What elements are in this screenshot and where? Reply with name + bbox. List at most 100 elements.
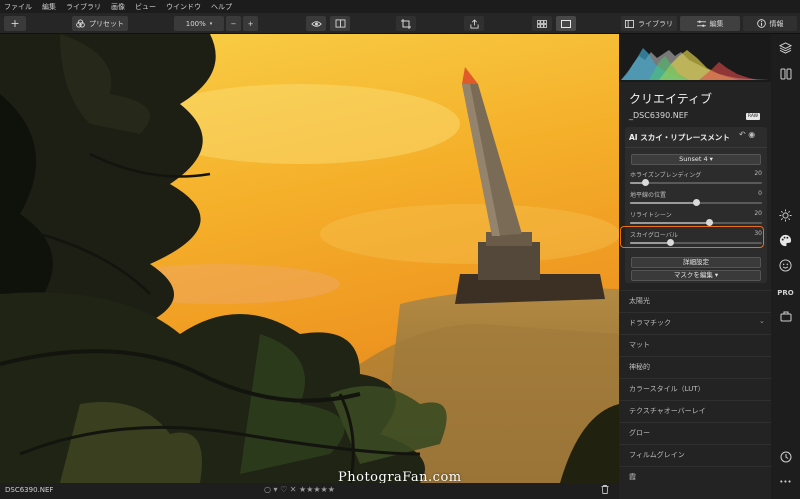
compare-icon	[335, 19, 346, 28]
preview-eye-button[interactable]	[306, 16, 326, 31]
preset-icon	[76, 19, 85, 28]
add-button[interactable]: +	[4, 16, 26, 31]
grid-view-button[interactable]	[532, 16, 552, 31]
tab-library[interactable]: ライブラリ	[621, 16, 677, 31]
tool-label: 神秘的	[629, 363, 650, 371]
tool-label: テクスチャオーバーレイ	[629, 407, 706, 415]
tool-label: フィルムグレイン	[629, 451, 685, 459]
slider-value: 20	[754, 210, 762, 217]
tool-film-grain[interactable]: フィルムグレイン	[619, 444, 771, 463]
chevron-down-icon: ⌄	[759, 317, 765, 325]
tab-info[interactable]: 情報	[743, 16, 797, 31]
more-icon[interactable]: •••	[778, 474, 793, 489]
slider-fill	[630, 202, 696, 204]
module-reset-toggle-icons[interactable]: ↶ ◉	[739, 130, 755, 139]
slider-handle[interactable]	[706, 219, 714, 226]
tool-color-style[interactable]: カラースタイル（LUT）	[619, 378, 771, 397]
info-icon	[756, 19, 766, 28]
trash-icon[interactable]	[601, 485, 609, 496]
tool-label: グロー	[629, 429, 650, 437]
compare-button[interactable]	[330, 16, 350, 31]
panel-filename: _DSC6390.NEF	[629, 111, 689, 120]
chevron-down-icon: ▾	[209, 20, 213, 27]
tool-matte[interactable]: マット	[619, 334, 771, 353]
single-view-button[interactable]	[556, 16, 576, 31]
rating-controls[interactable]: ○ ▾ ♡ ✕ ★★★★★	[264, 485, 335, 494]
tool-glow[interactable]: グロー	[619, 422, 771, 441]
menu-view[interactable]: ビュー	[135, 2, 156, 12]
zoom-out-button[interactable]: −	[226, 16, 241, 31]
menu-image[interactable]: 画像	[111, 2, 125, 12]
tool-label: 太陽光	[629, 297, 650, 305]
crop-button[interactable]	[396, 16, 416, 31]
slider-value: 0	[758, 190, 762, 197]
library-icon	[625, 19, 634, 28]
module-divider	[625, 147, 767, 148]
edit-panel: クリエイティブ _DSC6390.NEF RAW AI スカイ・リプレースメント…	[619, 34, 771, 499]
eye-icon	[310, 20, 322, 28]
tool-category-strip: PRO •••	[771, 34, 800, 499]
preset-button[interactable]: プリセット	[72, 16, 128, 31]
menu-bar: ファイル 編集 ライブラリ 画像 ビュー ウインドウ ヘルプ	[0, 0, 800, 13]
tool-sunlight[interactable]: 太陽光	[619, 290, 771, 309]
menu-file[interactable]: ファイル	[4, 2, 32, 12]
toolbar: + プリセット 100% ▾ − + ライブラリ 編集 情報	[0, 13, 800, 34]
panel-title: クリエイティブ	[629, 92, 713, 106]
photo-watermark: PhotograFan.com	[338, 470, 462, 483]
zoom-in-button[interactable]: +	[243, 16, 258, 31]
menu-library[interactable]: ライブラリ	[66, 2, 101, 12]
export-button[interactable]	[464, 16, 484, 31]
highlight-box	[620, 226, 764, 248]
tool-haze[interactable]: 霞	[619, 466, 771, 485]
edit-mask-button[interactable]: マスクを編集 ▾	[631, 270, 761, 281]
crop-icon	[401, 18, 411, 29]
sliders-icon	[696, 20, 706, 28]
slider-fill	[630, 222, 710, 224]
single-view-icon	[561, 19, 571, 28]
photo-canvas[interactable]: PhotograFan.com	[0, 34, 619, 483]
pro-tools-icon[interactable]: PRO	[777, 285, 793, 300]
grid-icon	[537, 19, 547, 28]
slider-horizon-blending[interactable]: ホライズンブレンディング 20	[630, 170, 762, 190]
status-bar: DSC6390.NEF ○ ▾ ♡ ✕ ★★★★★	[0, 483, 619, 499]
briefcase-icon[interactable]	[778, 309, 793, 324]
history-clock-icon[interactable]	[778, 449, 793, 464]
raw-badge: RAW	[746, 113, 760, 120]
slider-track	[630, 182, 762, 184]
share-icon	[469, 18, 479, 29]
tool-label: カラースタイル（LUT）	[629, 385, 705, 393]
menu-help[interactable]: ヘルプ	[211, 2, 232, 12]
module-title: AI スカイ・リプレースメント	[629, 133, 730, 142]
zoom-select[interactable]: 100% ▾	[174, 16, 224, 31]
status-filename: DSC6390.NEF	[5, 486, 54, 494]
histogram	[619, 34, 771, 82]
palette-icon[interactable]	[778, 233, 793, 248]
menu-window[interactable]: ウインドウ	[166, 2, 201, 12]
advanced-settings-button[interactable]: 詳細設定	[631, 257, 761, 268]
slider-handle[interactable]	[693, 199, 700, 206]
compare-panels-icon[interactable]	[778, 66, 793, 81]
tab-edit-label: 編集	[709, 19, 724, 28]
portrait-face-icon[interactable]	[778, 258, 793, 273]
slider-label: 地平線の位置	[630, 192, 667, 199]
slider-value: 20	[754, 170, 762, 177]
tool-label: 霞	[629, 473, 636, 481]
tool-mystical[interactable]: 神秘的	[619, 356, 771, 375]
slider-horizon-position[interactable]: 地平線の位置 0	[630, 190, 762, 210]
tool-label: ドラマチック	[629, 319, 671, 327]
zoom-value: 100%	[185, 19, 206, 28]
menu-edit[interactable]: 編集	[42, 2, 56, 12]
tool-label: マット	[629, 341, 650, 349]
layers-icon[interactable]	[778, 40, 793, 55]
tool-dramatic[interactable]: ドラマチック ⌄	[619, 312, 771, 331]
tab-library-label: ライブラリ	[638, 19, 673, 28]
tool-texture-overlay[interactable]: テクスチャオーバーレイ	[619, 400, 771, 419]
sky-preset-dropdown[interactable]: Sunset 4 ▾	[631, 154, 761, 165]
slider-handle[interactable]	[641, 179, 649, 186]
slider-label: リライトシーン	[630, 212, 672, 219]
tab-edit[interactable]: 編集	[680, 16, 740, 31]
sun-icon[interactable]	[778, 208, 793, 223]
photo-image	[0, 34, 619, 483]
preset-label: プリセット	[89, 19, 124, 28]
tab-info-label: 情報	[769, 19, 784, 28]
